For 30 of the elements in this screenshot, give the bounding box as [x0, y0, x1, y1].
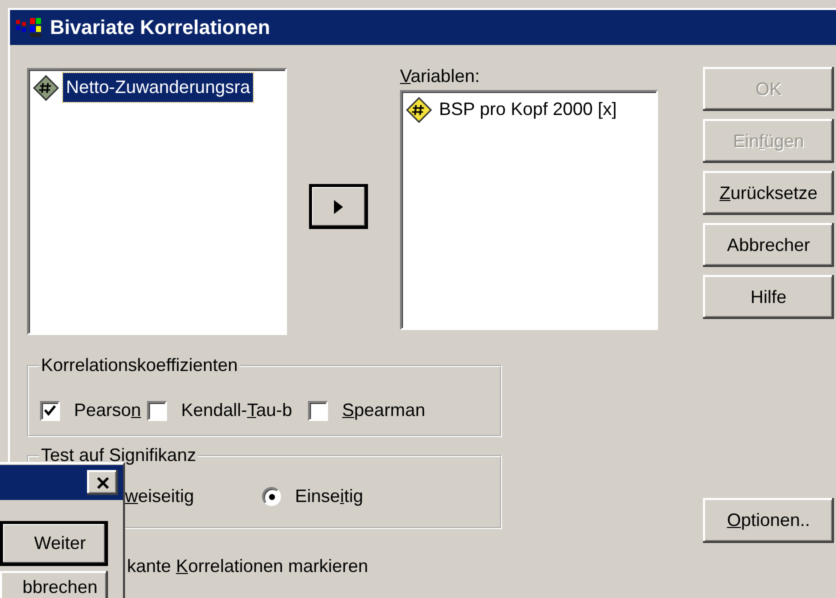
check-icon	[44, 405, 56, 416]
dialog-button[interactable]: Hilfe	[703, 275, 834, 319]
checkbox-label: kante Korrelationen markieren	[127, 555, 370, 578]
window-title: Bivariate Korrelationen	[50, 16, 270, 40]
checkbox[interactable]	[40, 400, 60, 420]
dialog-button[interactable]: Abbrecher	[703, 223, 834, 267]
checkbox[interactable]	[308, 400, 328, 420]
radio-label: Einseitig	[295, 485, 364, 508]
list-item[interactable]: BSP pro Kopf 2000 [x]	[436, 95, 620, 124]
variables-label: Variablen:	[400, 65, 481, 88]
group-label: Test auf Signifikanz	[39, 445, 198, 465]
checkbox[interactable]	[147, 400, 168, 420]
options-button[interactable]: Optionen..	[703, 498, 834, 543]
checkbox-label: Pearson	[74, 399, 142, 422]
dialog-button[interactable]: Zurücksetze	[703, 171, 834, 215]
variables-list[interactable]: BSP pro Kopf 2000 [x]	[400, 90, 658, 330]
radio-dot-icon	[268, 494, 275, 500]
source-variable-list[interactable]: Netto-Zuwanderungsra	[27, 68, 287, 335]
checkbox-label: Kendall-Tau-b	[181, 399, 292, 422]
checkbox-label: Spearman	[342, 399, 426, 422]
close-icon	[96, 476, 108, 488]
dialog-button[interactable]: bbrechen	[0, 571, 108, 598]
close-button[interactable]	[87, 470, 118, 495]
dialog-button[interactable]: Weiter	[0, 521, 108, 566]
move-button[interactable]	[309, 184, 368, 229]
right-triangle-icon	[334, 200, 343, 214]
radio-button[interactable]	[262, 487, 282, 506]
app-icon	[14, 16, 44, 40]
radio-label: weiseitig	[125, 485, 194, 508]
list-item[interactable]: Netto-Zuwanderungsra	[63, 73, 254, 102]
